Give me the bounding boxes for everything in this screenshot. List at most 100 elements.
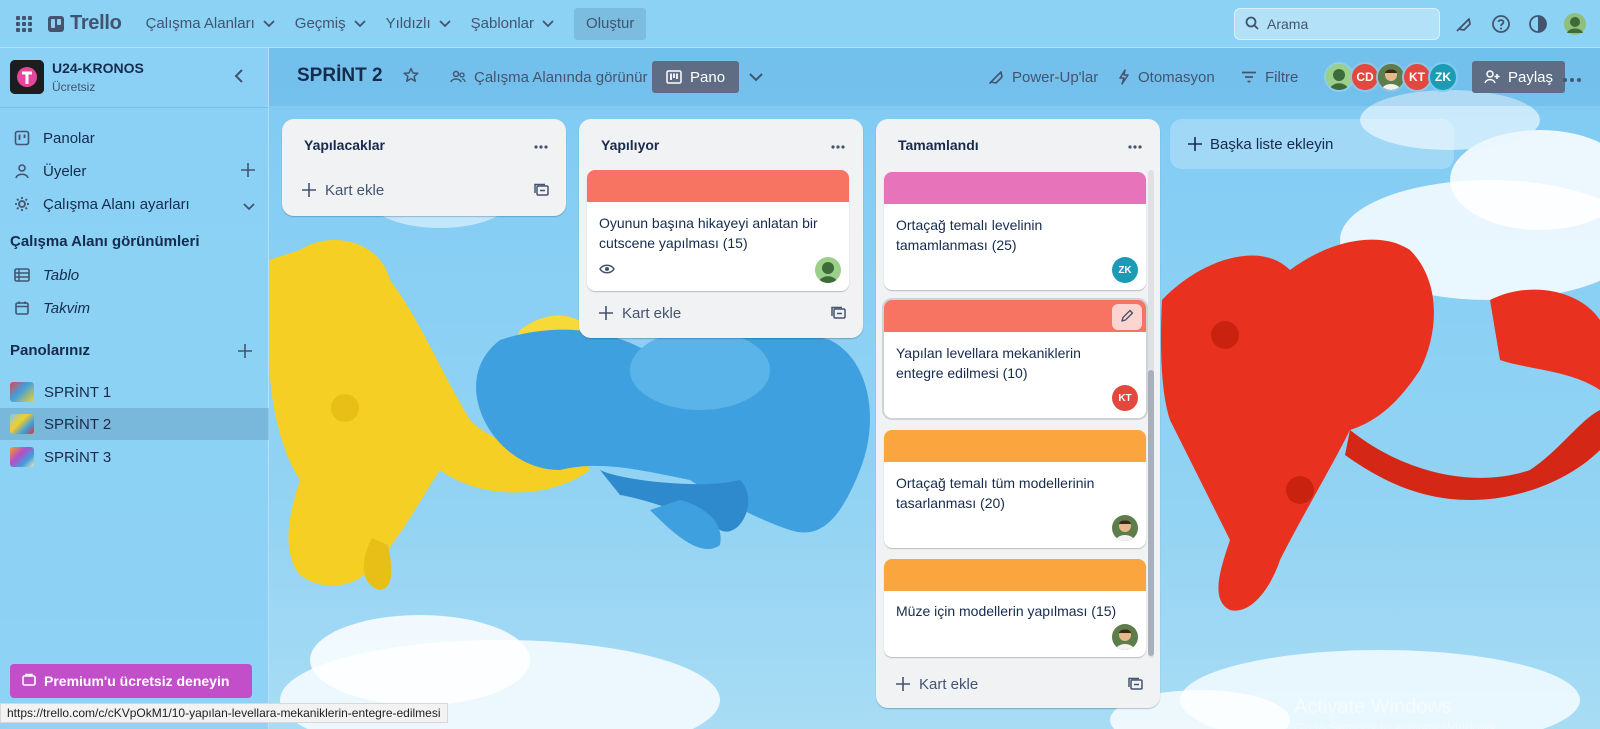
trello-logo[interactable]: Trello (48, 12, 122, 35)
list-menu-button[interactable] (1124, 133, 1146, 155)
search-box[interactable] (1234, 8, 1440, 40)
workspace-header: U24-KRONOS Ücretsiz (0, 48, 269, 108)
menu-templates-label: Şablonlar (470, 15, 535, 32)
automation-button[interactable]: Otomasyon (1112, 61, 1221, 93)
share-label: Paylaş (1508, 68, 1554, 86)
list-menu-button[interactable] (827, 133, 849, 155)
menu-starred[interactable]: Yıldızlı (376, 8, 461, 40)
more-icon (1563, 69, 1581, 86)
star-board-button[interactable] (399, 61, 423, 93)
chevron-down-icon (439, 15, 451, 32)
sidebar-item-label: Tablo (43, 266, 80, 284)
sidebar-item-calendar-view[interactable]: Takvim (0, 292, 269, 324)
list-todo: Yapılacaklar Kart ekle (282, 119, 566, 216)
eye-icon (599, 261, 615, 277)
premium-icon (22, 673, 36, 690)
collapse-sidebar-button[interactable] (226, 64, 252, 90)
menu-workspaces[interactable]: Çalışma Alanları (136, 8, 285, 40)
add-card-button[interactable]: Kart ekle (884, 668, 1152, 700)
member-avatar-zk[interactable]: ZK (1428, 62, 1458, 92)
card[interactable]: Ortaçağ temalı tüm modellerinin tasarlan… (884, 430, 1146, 548)
sidebar-board-sprint-1[interactable]: SPRİNT 1 (0, 376, 269, 408)
card[interactable]: Ortaçağ temalı levelinin tamamlanması (2… (884, 172, 1146, 290)
filter-icon (1241, 71, 1257, 83)
card-title: Müze için modellerin yapılması (15) (896, 603, 1117, 619)
more-icon (831, 136, 845, 152)
workspace-visible-icon (450, 69, 466, 85)
sidebar-item-table-view[interactable]: Tablo (0, 259, 269, 291)
power-ups-button[interactable]: Power-Up'lar (982, 61, 1104, 93)
list-menu-button[interactable] (530, 133, 552, 155)
view-switcher-button[interactable] (743, 61, 769, 93)
card-title: Ortaçağ temalı levelinin tamamlanması (2… (896, 217, 1043, 253)
list-title[interactable]: Yapılıyor (601, 137, 659, 153)
add-card-button[interactable]: Kart ekle (587, 297, 855, 329)
visibility-button[interactable]: Çalışma Alanında görünür (444, 61, 653, 93)
board-members: CD KT ZK (1324, 62, 1458, 92)
add-member-icon[interactable] (241, 163, 255, 181)
chevron-down-icon (749, 69, 763, 86)
create-button[interactable]: Oluştur (574, 7, 647, 40)
card[interactable]: Müze için modellerin yapılması (15) (884, 559, 1146, 657)
card-member-avatar[interactable]: KT (1112, 385, 1138, 411)
card-title: Oyunun başına hikayeyi anlatan bir cutsc… (599, 215, 818, 251)
add-card-button[interactable]: Kart ekle (290, 174, 558, 206)
share-button[interactable]: Paylaş (1472, 61, 1566, 93)
card-title: Ortaçağ temalı tüm modellerinin tasarlan… (896, 475, 1095, 511)
card-member-avatar[interactable] (1112, 515, 1138, 541)
create-from-template-icon[interactable] (827, 301, 851, 325)
menu-recent[interactable]: Geçmiş (285, 8, 376, 40)
board-thumbnail (10, 382, 34, 402)
list-in-progress: Yapılıyor Oyunun başına hikayeyi anlatan… (579, 119, 863, 338)
more-icon (1128, 136, 1142, 152)
menu-templates[interactable]: Şablonlar (461, 8, 564, 40)
list-done: Tamamlandı Ortaçağ temalı levelinin tama… (876, 119, 1160, 708)
help-icon[interactable] (1489, 12, 1513, 36)
list-title[interactable]: Tamamlandı (898, 137, 979, 153)
sidebar-item-members[interactable]: Üyeler (0, 155, 269, 187)
account-avatar[interactable] (1563, 12, 1587, 36)
card[interactable]: Oyunun başına hikayeyi anlatan bir cutsc… (587, 170, 849, 291)
chevron-down-icon (353, 15, 366, 32)
rocket-icon (988, 69, 1004, 85)
add-card-label: Kart ekle (622, 304, 682, 322)
card-member-avatar[interactable]: ZK (1112, 257, 1138, 283)
menu-recent-label: Geçmiş (294, 15, 346, 32)
try-premium-button[interactable]: Premium'u ücretsiz deneyin (10, 664, 252, 698)
trello-logo-icon (48, 15, 64, 32)
edit-card-button[interactable] (1112, 304, 1142, 330)
list-scrollbar[interactable] (1148, 170, 1154, 658)
workspace-name[interactable]: U24-KRONOS (52, 60, 144, 76)
create-from-template-icon[interactable] (1124, 672, 1148, 696)
sidebar-item-boards[interactable]: Panolar (0, 122, 269, 154)
card-member-avatar[interactable] (1112, 624, 1138, 650)
theme-icon[interactable] (1526, 12, 1550, 36)
board-view-button[interactable]: Pano (652, 61, 740, 93)
add-board-icon[interactable] (236, 342, 254, 360)
board-view-icon (666, 70, 682, 84)
create-from-template-icon[interactable] (530, 178, 554, 202)
table-icon (12, 268, 32, 282)
add-list-button[interactable]: Başka liste ekleyin (1170, 119, 1454, 169)
board-menu-button[interactable] (1559, 61, 1585, 93)
menu-workspaces-label: Çalışma Alanları (145, 15, 255, 32)
workspace-avatar[interactable] (10, 60, 44, 94)
sidebar-item-label: Çalışma Alanı ayarları (43, 195, 190, 213)
list-scrollbar-thumb[interactable] (1148, 370, 1154, 656)
sidebar-item-label: Üyeler (43, 162, 87, 180)
sidebar-board-sprint-2[interactable]: SPRİNT 2 (0, 408, 269, 440)
sidebar-item-workspace-settings[interactable]: Çalışma Alanı ayarları (0, 188, 269, 220)
filter-button[interactable]: Filtre (1235, 61, 1304, 93)
sidebar-item-label: Panolar (43, 129, 95, 147)
card[interactable]: Yapılan levellara mekaniklerin entegre e… (884, 300, 1146, 418)
add-list-label: Başka liste ekleyin (1210, 135, 1334, 153)
notifications-icon[interactable] (1452, 12, 1476, 36)
list-title[interactable]: Yapılacaklar (304, 137, 385, 153)
card-cover (884, 172, 1146, 204)
board-title[interactable]: SPRİNT 2 (297, 65, 383, 87)
app-switcher-icon[interactable] (10, 10, 38, 38)
your-boards-heading: Panolarınız (10, 342, 91, 359)
search-input[interactable] (1267, 16, 1427, 32)
sidebar-board-sprint-3[interactable]: SPRİNT 3 (0, 441, 269, 473)
card-member-avatar[interactable] (815, 257, 841, 283)
